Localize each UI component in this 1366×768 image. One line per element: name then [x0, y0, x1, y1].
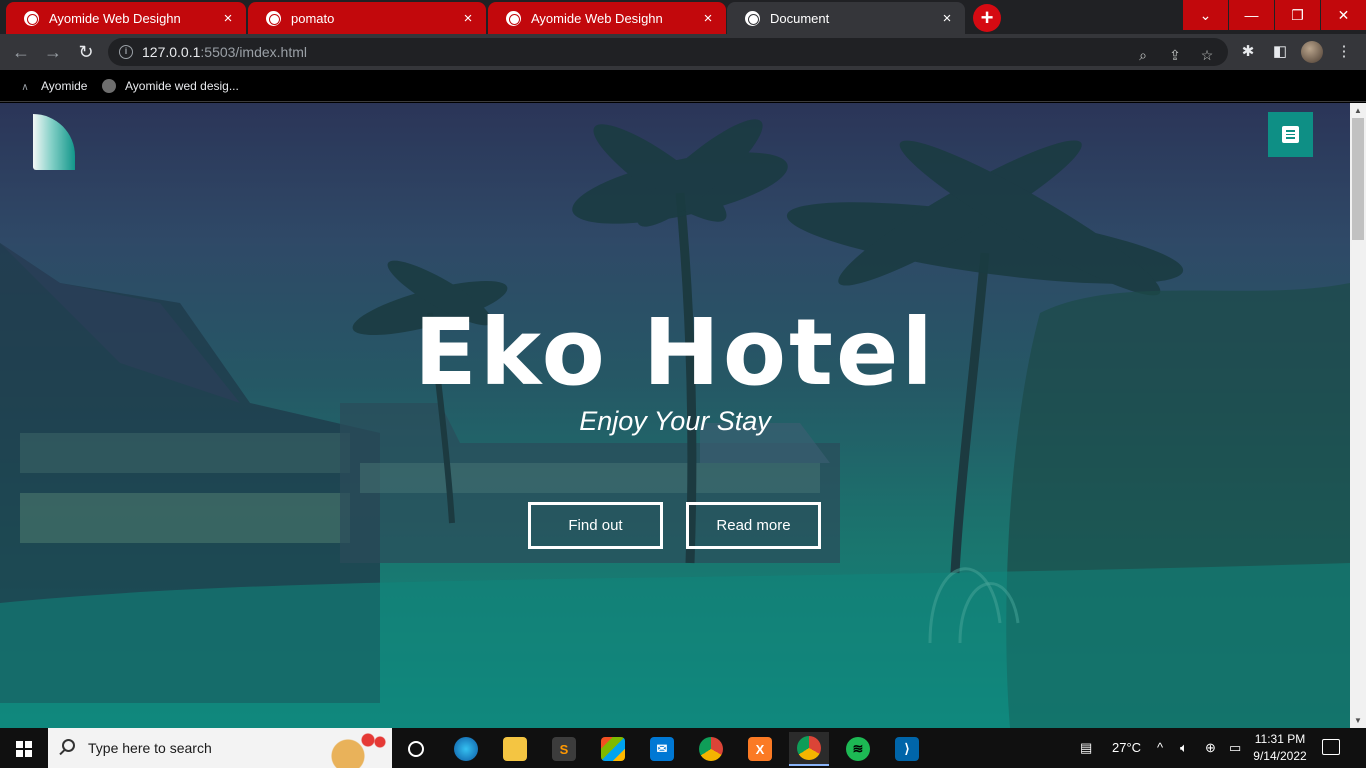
close-icon[interactable]: × — [460, 10, 476, 27]
close-icon[interactable]: × — [700, 10, 716, 27]
url-host: 127.0.0.1 — [142, 44, 201, 60]
windows-taskbar: Type here to search S ✉ X ≋ ⟩ ▤ 27°C ^ 🔈… — [0, 728, 1366, 768]
bookmark-label: Ayomide wed desig... — [125, 79, 239, 93]
reload-icon[interactable]: ↻ — [75, 41, 97, 63]
taskbar-chrome-profile[interactable] — [789, 732, 829, 766]
scrollbar-thumb[interactable] — [1352, 118, 1364, 240]
chrome-icon — [699, 737, 723, 761]
taskbar-edge[interactable] — [446, 732, 486, 766]
hero-title: Eko Hotel — [414, 299, 936, 406]
address-bar[interactable]: i 127.0.0.1:5503/imdex.html ⌕ ⇪ ☆ — [108, 38, 1228, 66]
globe-icon — [24, 10, 39, 26]
tab-pomato[interactable]: pomato × — [248, 2, 486, 34]
notification-center-icon[interactable] — [1322, 739, 1340, 755]
url-path: :5503/imdex.html — [200, 44, 307, 60]
sublime-text-icon: S — [552, 737, 576, 761]
taskbar-chrome[interactable] — [691, 732, 731, 766]
close-icon[interactable]: × — [939, 10, 955, 27]
tab-title: pomato — [291, 10, 335, 26]
back-arrow-icon[interactable]: ← — [10, 41, 32, 63]
taskbar-store[interactable] — [593, 732, 633, 766]
globe-icon — [506, 10, 521, 26]
bookmark-ayomide[interactable]: ∧ Ayomide — [18, 77, 87, 95]
bookmarks-bar: ∧ Ayomide Ayomide wed desig... — [0, 70, 1366, 102]
bookmark-star-icon[interactable]: ☆ — [1198, 46, 1216, 64]
clock-date: 9/14/2022 — [1253, 749, 1307, 763]
taskbar-mail[interactable]: ✉ — [642, 732, 682, 766]
spotify-icon: ≋ — [846, 737, 870, 761]
volume-icon[interactable]: 🔈︎ — [1180, 728, 1188, 768]
tab-document[interactable]: Document × — [727, 2, 965, 34]
network-globe-icon[interactable]: ⊕ — [1205, 728, 1216, 768]
tab-title: Ayomide Web Desighn — [49, 10, 181, 26]
read-more-button[interactable]: Read more — [686, 502, 821, 549]
extensions-icon[interactable]: ✱ — [1238, 42, 1258, 62]
scroll-up-arrow-icon[interactable]: ▲ — [1354, 106, 1362, 115]
mail-icon: ✉ — [650, 737, 674, 761]
taskbar-sublime[interactable]: S — [544, 732, 584, 766]
forward-arrow-icon[interactable]: → — [42, 41, 64, 63]
window-close-button[interactable]: ✕ — [1321, 0, 1366, 30]
taskbar-spotify[interactable]: ≋ — [838, 732, 878, 766]
tab-title: Ayomide Web Desighn — [531, 10, 663, 26]
tab-strip: Ayomide Web Desighn × pomato × Ayomide W… — [0, 0, 1366, 34]
site-info-icon[interactable]: i — [119, 45, 133, 59]
menu-icon — [1282, 126, 1299, 143]
new-tab-button[interactable]: + — [973, 4, 1001, 32]
taskbar-xampp[interactable]: X — [740, 732, 780, 766]
tab-search-button[interactable]: ⌄ — [1183, 0, 1228, 30]
start-button[interactable] — [0, 728, 48, 768]
tab-ayomide-2[interactable]: Ayomide Web Desighn × — [488, 2, 726, 34]
chrome-icon — [797, 736, 821, 760]
tab-title: Document — [770, 10, 830, 26]
minimize-button[interactable]: — — [1229, 0, 1274, 30]
edge-icon — [454, 737, 478, 761]
page-scrollbar[interactable]: ▲ ▼ — [1350, 103, 1366, 728]
find-out-button[interactable]: Find out — [528, 502, 663, 549]
restore-button[interactable]: ❐ — [1275, 0, 1320, 30]
xampp-icon: X — [748, 737, 772, 761]
vscode-icon: ⟩ — [895, 737, 919, 761]
bookmark-ayomide-wed[interactable]: Ayomide wed desig... — [102, 77, 239, 95]
show-hidden-icons-chevron-icon[interactable]: ^ — [1157, 728, 1163, 768]
taskbar-file-explorer[interactable] — [495, 732, 535, 766]
profile-avatar[interactable] — [1301, 41, 1323, 63]
search-placeholder: Type here to search — [88, 740, 212, 756]
taskbar-vscode[interactable]: ⟩ — [887, 732, 927, 766]
scroll-down-arrow-icon[interactable]: ▼ — [1354, 716, 1362, 725]
search-highlight-illustration — [312, 728, 392, 768]
clock-time: 11:31 PM — [1254, 732, 1306, 746]
search-icon — [62, 739, 75, 752]
task-view-button[interactable] — [396, 732, 436, 766]
weather-temperature[interactable]: 27°C — [1112, 728, 1141, 768]
side-panel-icon[interactable]: ◧ — [1270, 42, 1290, 62]
zoom-icon[interactable]: ⌕ — [1134, 46, 1152, 64]
close-icon[interactable]: × — [220, 10, 236, 27]
hamburger-menu-button[interactable] — [1268, 112, 1313, 157]
task-view-icon — [408, 741, 424, 757]
battery-icon[interactable]: ▭ — [1229, 728, 1241, 768]
store-icon — [601, 737, 625, 761]
tab-ayomide-1[interactable]: Ayomide Web Desighn × — [6, 2, 246, 34]
share-icon[interactable]: ⇪ — [1166, 46, 1184, 64]
globe-icon — [102, 79, 116, 93]
windows-logo-icon — [16, 741, 32, 757]
folder-icon — [503, 737, 527, 761]
hero-subtitle: Enjoy Your Stay — [579, 406, 771, 436]
system-clock[interactable]: 11:31 PM 9/14/2022 — [1247, 731, 1313, 765]
globe-icon — [266, 10, 281, 26]
bookmark-label: Ayomide — [41, 79, 88, 93]
news-widget-icon[interactable]: ▤ — [1080, 728, 1092, 768]
browser-menu-icon[interactable]: ⋮ — [1334, 42, 1354, 62]
browser-toolbar: ← → ↻ i 127.0.0.1:5503/imdex.html ⌕ ⇪ ☆ — [0, 34, 1366, 70]
page-viewport: Eko Hotel Enjoy Your Stay Find out Read … — [0, 103, 1350, 728]
globe-icon — [745, 10, 760, 26]
taskbar-search-box[interactable]: Type here to search — [48, 728, 392, 768]
caret-icon: ∧ — [21, 82, 29, 93]
